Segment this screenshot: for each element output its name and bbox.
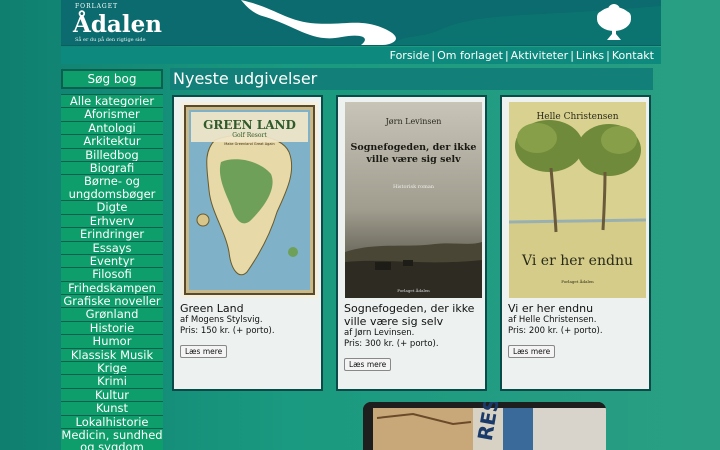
book-author: af Helle Christensen. [508,315,597,325]
book-cover-image[interactable]: Helle Christensen Vi er her endnu Forlag… [509,102,646,298]
nav-link-links[interactable]: Links [576,49,604,62]
category-item[interactable]: Krimi [61,375,163,389]
book-title[interactable]: Vi er her endnu [508,302,648,315]
cover-author: Helle Christensen [536,112,618,122]
nav-link-kontakt[interactable]: Kontakt [612,49,654,62]
search-book-button[interactable]: Søg bog [61,69,163,89]
book-card: Jørn Levinsen Sognefogeden, der ikke vil… [336,95,487,391]
publisher-label: FORLAGET [75,3,119,10]
read-more-button[interactable]: Læs mere [344,358,392,371]
category-item[interactable]: Børne- og ungdomsbøger [61,175,163,202]
book-title[interactable]: Green Land [180,302,320,315]
category-item[interactable]: Kunst [61,402,163,416]
category-item[interactable]: Alle kategorier [61,95,163,109]
book-card: GREEN LAND Golf Resort Make Greenland Gr… [172,95,323,391]
book-cover-image[interactable]: GREEN LAND Golf Resort Make Greenland Gr… [181,102,318,298]
category-item[interactable]: Lokalhistorie [61,415,163,429]
cover-title: Vi er her endnu [521,253,633,269]
category-item[interactable]: Aforismer [61,108,163,122]
category-item[interactable]: Arkitektur [61,135,163,149]
category-item[interactable]: Eventyr [61,254,163,269]
category-item[interactable]: Filosofi [61,268,163,282]
category-item[interactable]: Erindringer [61,228,163,242]
book-price: Pris: 300 kr. (+ porto). [344,339,439,349]
category-item[interactable]: Kultur [61,388,163,403]
book-info: Green Land af Mogens Stylsvig. Pris: 150… [180,302,320,358]
tree-icon [597,4,631,40]
read-more-button[interactable]: Læs mere [180,345,228,358]
book-price: Pris: 150 kr. (+ porto). [180,326,275,336]
site-header: FORLAGET Ådalen Så er du på den rigtige … [61,0,661,46]
cover-author: Jørn Levinsen [385,117,442,126]
top-navigation: Forside | Om forlaget | Aktiviteter | Links | Ko… [61,47,661,64]
category-item[interactable]: Krige [61,362,163,376]
cover-small-text: Make Greenland Great Again [224,142,274,146]
read-more-button[interactable]: Læs mere [508,345,556,358]
book-card: Helle Christensen Vi er her endnu Forlag… [500,95,651,391]
event-photo[interactable]: RES [363,402,606,450]
book-price: Pris: 200 kr. (+ porto). [508,326,603,336]
category-item[interactable]: Digte [61,201,163,215]
category-item[interactable]: Humor [61,335,163,349]
cover-publisher: Forlaget Ådalen [397,288,430,293]
book-title[interactable]: Sognefogeden, der ikke ville være sig se… [344,302,484,328]
category-item[interactable]: Erhverv [61,214,163,229]
category-item[interactable]: Historie [61,321,163,336]
site-logo[interactable]: Ådalen [73,11,162,38]
category-item[interactable]: Medicin, sundhed og sygdom [61,428,163,450]
category-item[interactable]: Essays [61,241,163,255]
book-info: Vi er her endnu af Helle Christensen. Pr… [508,302,648,358]
book-info: Sognefogeden, der ikke ville være sig se… [344,302,484,371]
nav-link-om-forlaget[interactable]: Om forlaget [437,49,503,62]
category-item[interactable]: Klassisk Musik [61,348,163,363]
site-tagline: Så er du på den rigtige side [75,37,146,43]
page-title: Nyeste udgivelser [170,68,653,90]
category-item[interactable]: Frihedskampen [61,281,163,296]
cover-title: Sognefogeden, der ikke ville være sig se… [350,142,477,165]
cover-publisher: Forlaget Ådalen [561,279,594,284]
category-item[interactable]: Biografi [61,161,163,176]
book-author: af Jørn Levinsen. [344,328,415,338]
category-item[interactable]: Grafiske noveller [61,295,163,309]
category-sidebar: Alle kategorier Aforismer Antologi Arkit… [61,94,163,450]
cover-subtitle: Historisk roman [393,184,435,190]
book-author: af Mogens Stylsvig. [180,315,263,325]
nav-link-forside[interactable]: Forside [390,49,430,62]
cover-title: GREEN LAND [203,118,296,132]
cover-subtitle: Golf Resort [232,132,267,139]
category-item[interactable]: Billedbog [61,148,163,162]
category-item[interactable]: Grønland [61,308,163,322]
nav-link-aktiviteter[interactable]: Aktiviteter [511,49,569,62]
book-cover-image[interactable]: Jørn Levinsen Sognefogeden, der ikke vil… [345,102,482,298]
category-item[interactable]: Antologi [61,121,163,136]
